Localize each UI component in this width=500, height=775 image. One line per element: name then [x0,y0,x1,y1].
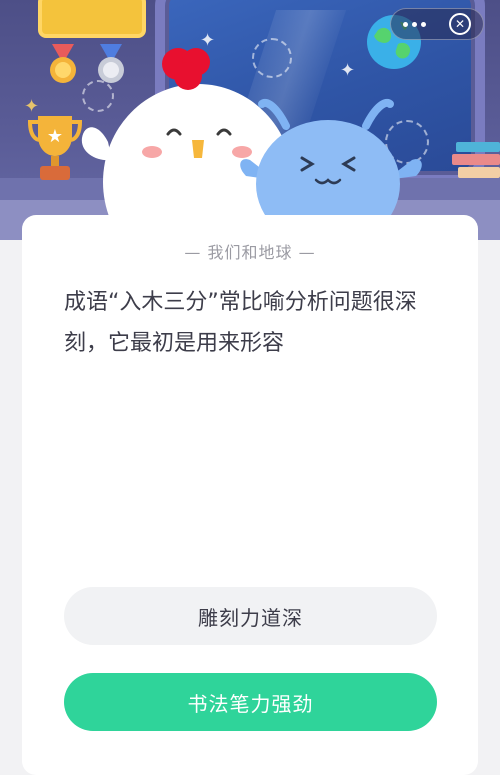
more-dots-icon[interactable] [391,9,437,39]
mini-program-capsule: ✕ [390,8,484,40]
medal-icon [50,44,76,83]
medal-frame [38,0,146,38]
card-title: — 我们和地球 — [184,243,316,262]
svg-text:★: ★ [47,126,63,147]
trophy-icon: ★ [27,116,83,180]
answer-option-2[interactable]: 书法笔力强劲 [64,673,437,731]
books-icon [452,142,500,178]
question-card: — 我们和地球 — 成语“入木三分”常比喻分析问题很深刻，它最初是用来形容 雕刻… [22,215,478,775]
close-button[interactable]: ✕ [437,9,483,39]
blue-mascot [240,98,422,226]
sparkle-icon: ✦ [340,60,356,81]
close-icon: ✕ [449,13,471,35]
question-text: 成语“入木三分”常比喻分析问题很深刻，它最初是用来形容 [64,290,417,356]
header-illustration: ✦ ✦ ✦ ★ ✕ [0,0,500,240]
answer-option-1[interactable]: 雕刻力道深 [64,587,437,645]
